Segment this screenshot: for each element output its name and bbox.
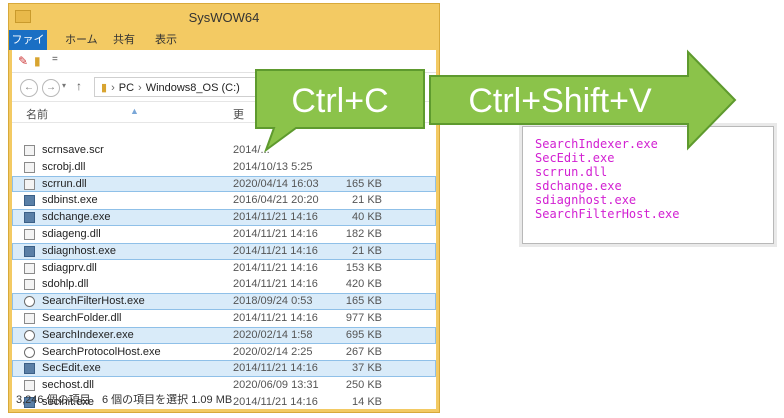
ctrl-shift-v-label: Ctrl+Shift+V [468,82,652,120]
callout-layer: Ctrl+C Ctrl+Shift+V [255,49,737,153]
ctrl-c-label: Ctrl+C [291,82,388,120]
